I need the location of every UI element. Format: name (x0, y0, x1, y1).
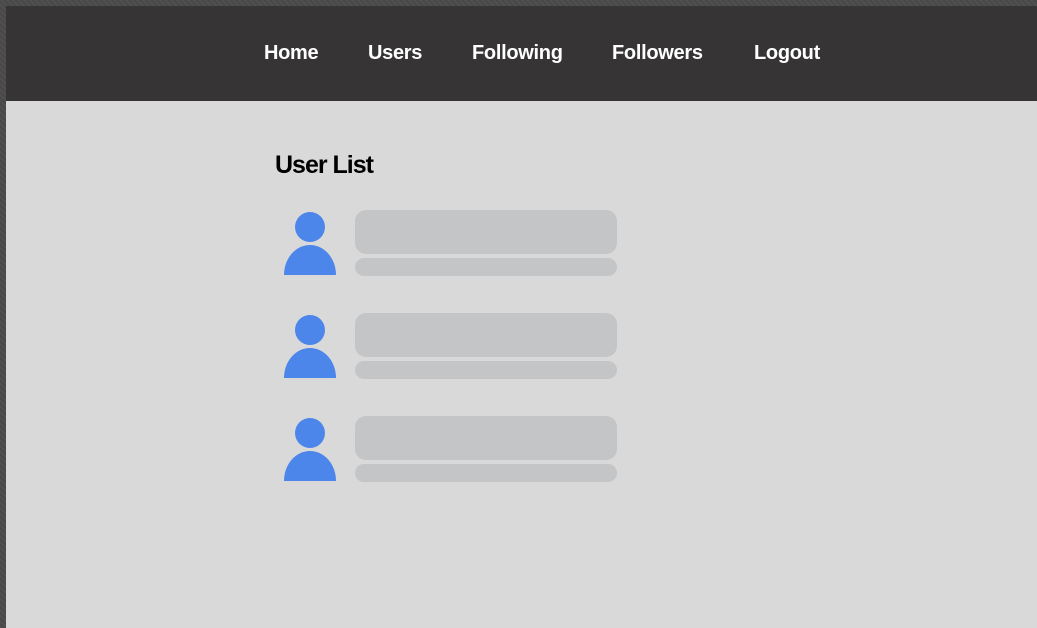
nav-logout-link[interactable]: Logout (754, 42, 820, 65)
user-detail-placeholder (355, 361, 617, 379)
nav-users-link[interactable]: Users (368, 42, 422, 65)
user-icon (284, 418, 336, 481)
nav-followers-link[interactable]: Followers (612, 42, 703, 65)
page-title: User List (275, 151, 374, 179)
user-name-placeholder (355, 210, 617, 254)
user-detail-placeholder (355, 464, 617, 482)
user-list-item[interactable] (283, 210, 623, 278)
user-name-placeholder (355, 416, 617, 460)
user-list-item[interactable] (283, 313, 623, 381)
nav-following-link[interactable]: Following (472, 42, 563, 65)
user-icon (284, 315, 336, 378)
top-navbar: Home Users Following Followers Logout (6, 6, 1037, 101)
nav-home-link[interactable]: Home (264, 42, 319, 65)
screen-frame: Home Users Following Followers Logout Us… (0, 0, 1037, 628)
user-detail-placeholder (355, 258, 617, 276)
app-window: Home Users Following Followers Logout Us… (6, 6, 1037, 628)
user-list-item[interactable] (283, 416, 623, 484)
user-icon (284, 212, 336, 275)
user-name-placeholder (355, 313, 617, 357)
